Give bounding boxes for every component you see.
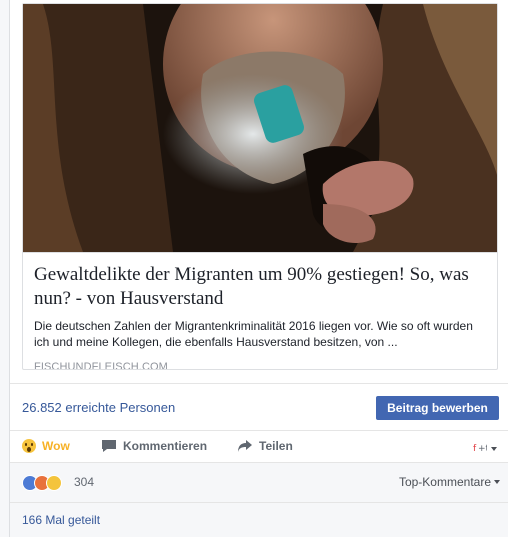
link-preview[interactable]: Gewaltdelikte der Migranten um 90% gesti… xyxy=(22,3,498,370)
reaction-icons[interactable] xyxy=(22,475,62,491)
comment-button[interactable]: Kommentieren xyxy=(101,439,207,453)
wow-reaction-button[interactable]: Wow xyxy=(22,439,70,453)
reactions-summary: 304 Top-Kommentare xyxy=(10,462,508,502)
reaction-count[interactable]: 304 xyxy=(74,475,94,489)
reach-link[interactable]: 26.852 erreichte Personen xyxy=(22,400,175,415)
share-icon xyxy=(237,439,253,453)
comment-label: Kommentieren xyxy=(123,439,208,453)
svg-text:f: f xyxy=(473,444,477,453)
share-button[interactable]: Teilen xyxy=(237,439,293,453)
promote-post-button[interactable]: Beitrag bewerben xyxy=(376,396,499,420)
post-as-selector[interactable]: f+t xyxy=(473,440,497,458)
sad-reaction-icon xyxy=(46,475,62,491)
svg-text:+t: +t xyxy=(478,444,487,453)
link-preview-image[interactable] xyxy=(23,4,497,252)
chevron-down-icon xyxy=(491,447,497,451)
link-domain: FISCHUNDFLEISCH.COM xyxy=(34,361,168,370)
post-card: Gewaltdelikte der Migranten um 90% gesti… xyxy=(9,0,508,537)
share-label: Teilen xyxy=(259,439,293,453)
comment-icon xyxy=(101,439,117,453)
wow-label: Wow xyxy=(42,439,70,453)
chevron-down-icon xyxy=(494,480,500,484)
wow-emoji-icon xyxy=(22,439,36,453)
shares-summary: 166 Mal geteilt xyxy=(10,502,508,537)
link-description: Die deutschen Zahlen der Migrantenkrimin… xyxy=(34,319,473,349)
link-title[interactable]: Gewaltdelikte der Migranten um 90% gesti… xyxy=(34,263,488,311)
shares-link[interactable]: 166 Mal geteilt xyxy=(22,513,100,527)
page-avatar-icon: f+t xyxy=(473,440,490,458)
comment-sort-label: Top-Kommentare xyxy=(398,475,491,489)
action-bar: Wow Kommentieren Teilen f+t xyxy=(10,430,508,462)
comment-sort-dropdown[interactable]: Top-Kommentare xyxy=(399,475,500,489)
insights-bar: 26.852 erreichte Personen Beitrag bewerb… xyxy=(10,383,508,430)
link-preview-text[interactable]: Gewaltdelikte der Migranten um 90% gesti… xyxy=(23,252,497,370)
